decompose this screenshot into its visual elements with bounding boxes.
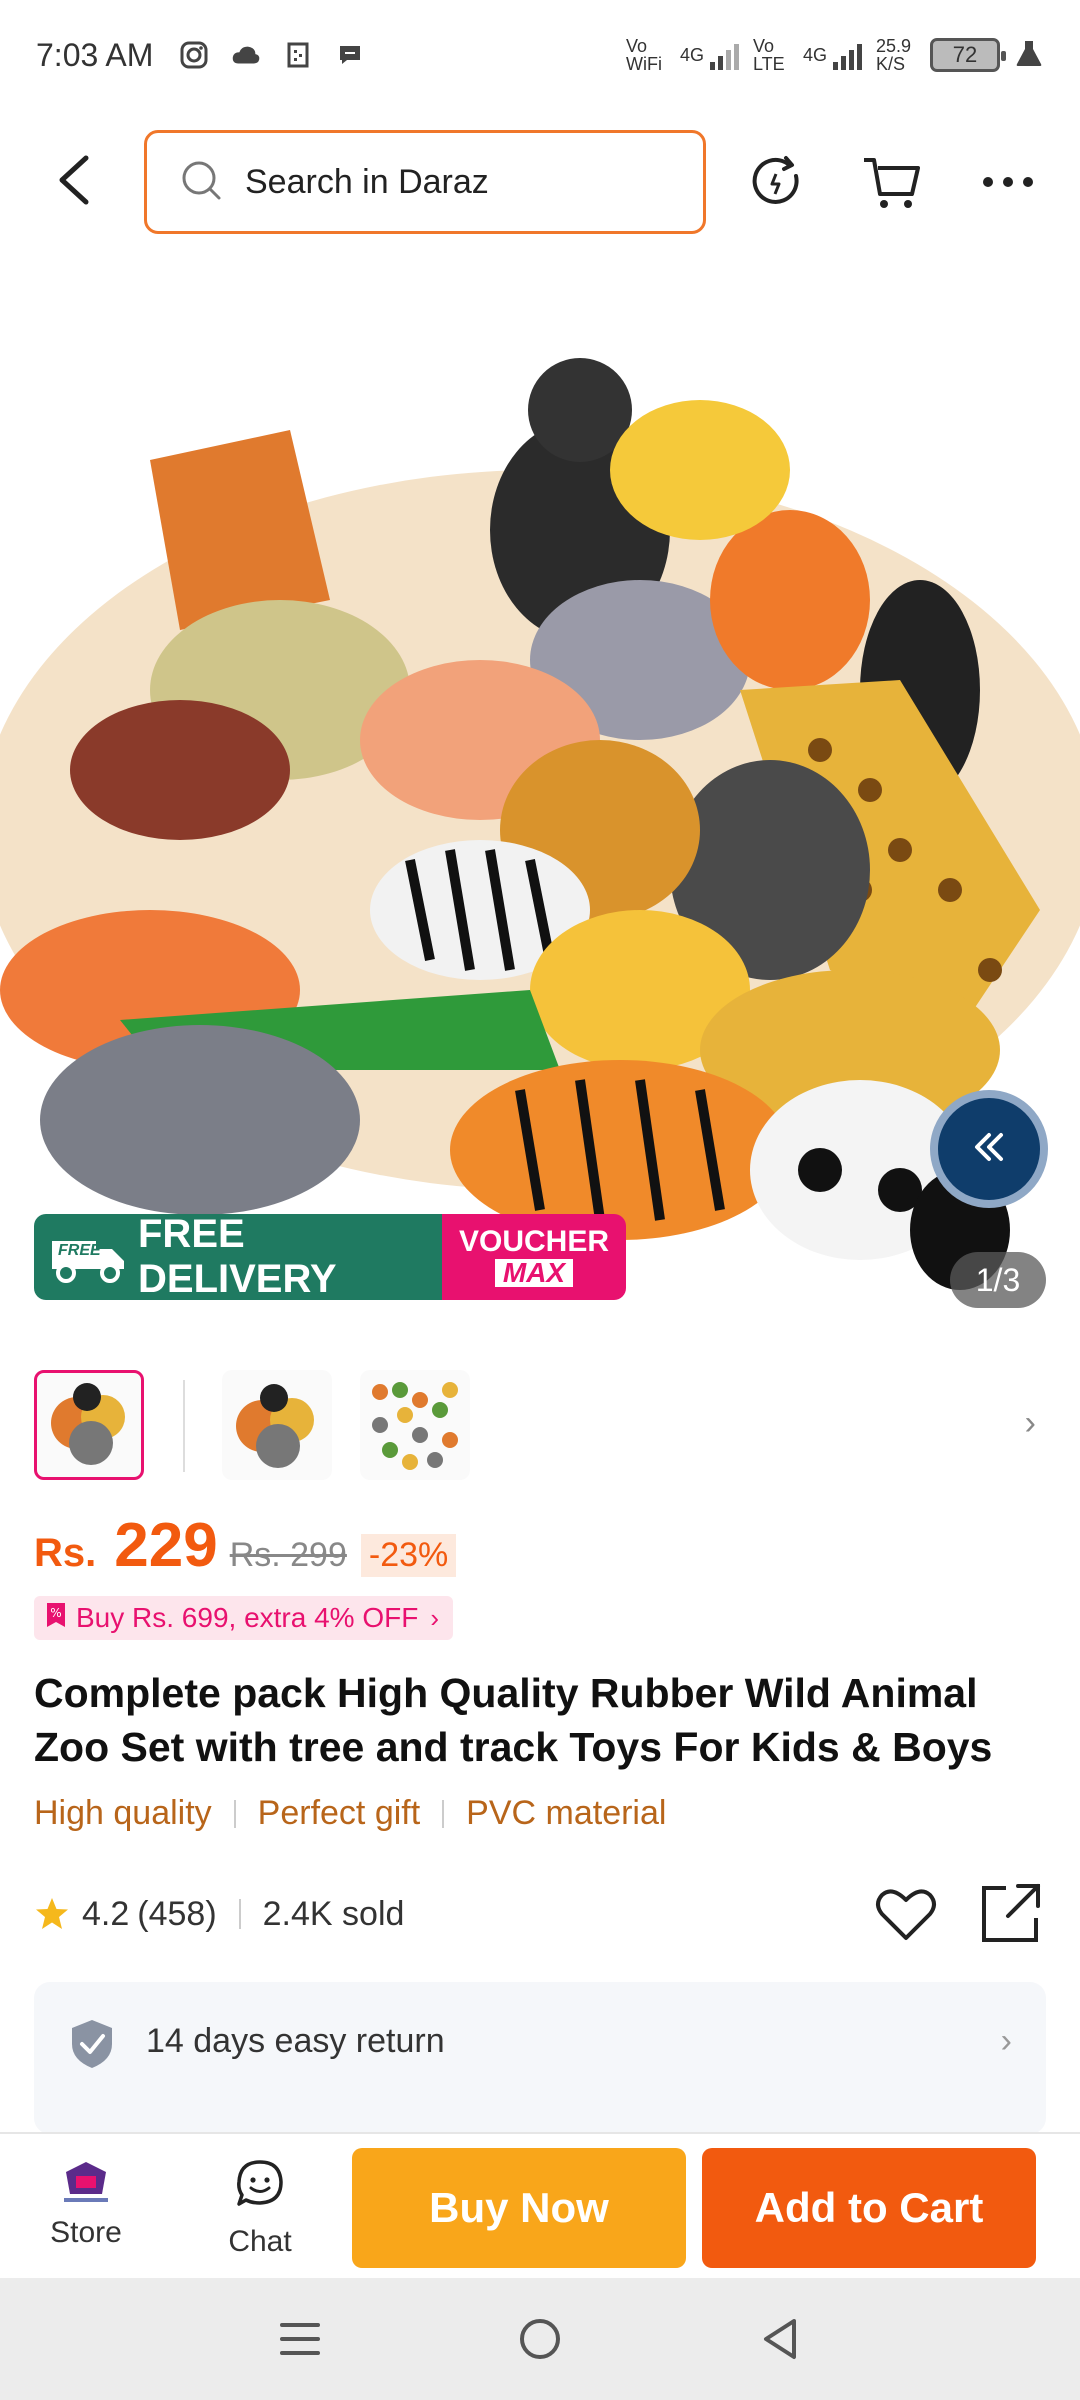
product-title: Complete pack High Quality Rubber Wild A… bbox=[34, 1670, 993, 1770]
feature-tags: High quality Perfect gift PVC material bbox=[34, 1794, 666, 1833]
sim-toolkit-icon bbox=[283, 40, 313, 70]
store-logo-icon bbox=[56, 2158, 116, 2206]
star-icon bbox=[34, 1896, 70, 1932]
free-badge-label: FREE bbox=[58, 1242, 101, 1259]
4g-2-label: 4G bbox=[802, 44, 827, 65]
return-policy-label: 14 days easy return bbox=[146, 2022, 445, 2060]
chat-label: Chat bbox=[228, 2225, 292, 2258]
home-icon[interactable] bbox=[510, 2309, 570, 2369]
buy-now-button[interactable]: Buy Now bbox=[352, 2148, 686, 2268]
deal-text: Buy Rs. 699, extra 4% OFF bbox=[76, 1602, 419, 1633]
animal-toys-illustration bbox=[0, 358, 1080, 1290]
free-delivery-badge: FREE FREE DELIVERY bbox=[34, 1214, 442, 1300]
feature-separator bbox=[233, 1799, 236, 1828]
feature-separator bbox=[442, 1799, 445, 1828]
review-count[interactable]: (458) bbox=[137, 1895, 216, 1934]
feature-tag: High quality bbox=[34, 1794, 212, 1832]
instagram-icon bbox=[179, 40, 209, 70]
free-delivery-label: FREE DELIVERY bbox=[138, 1214, 337, 1300]
menu-icon[interactable] bbox=[270, 2309, 330, 2369]
feature-tag: Perfect gift bbox=[257, 1794, 421, 1832]
original-price: Rs. 299 bbox=[229, 1536, 347, 1574]
return-policy-card[interactable]: 14 days easy return › bbox=[34, 1982, 1046, 2134]
rating-row: 4.2 (458) 2.4K sold bbox=[34, 1878, 1046, 1950]
rating-separator bbox=[238, 1899, 241, 1929]
status-time: 7:03 AM bbox=[36, 36, 154, 73]
chevron-right-icon: › bbox=[430, 1602, 440, 1633]
collapse-button[interactable] bbox=[930, 1090, 1048, 1208]
thumbnail-3[interactable] bbox=[360, 1370, 470, 1480]
thumbnail-1[interactable] bbox=[34, 1370, 144, 1480]
voucher-label: VOUCHER bbox=[458, 1225, 609, 1258]
search-input[interactable]: Search in Daraz bbox=[144, 130, 706, 234]
back-icon[interactable] bbox=[48, 150, 108, 210]
top-nav: Search in Daraz bbox=[0, 120, 1080, 240]
chevron-right-icon: › bbox=[1000, 2022, 1012, 2060]
status-bar: 7:03 AM Vo WiFi 4G Vo LTE 4G 25.9 K/S 72 bbox=[0, 0, 1080, 110]
store-button[interactable]: Store bbox=[26, 2158, 146, 2268]
speed-label: 25.9 K/S bbox=[876, 36, 912, 74]
free-delivery-voucher-banner: FREE FREE DELIVERY VOUCHER MAX bbox=[34, 1214, 626, 1300]
thumbnail-strip: › bbox=[0, 1366, 1080, 1482]
more-icon[interactable] bbox=[976, 150, 1040, 214]
store-label: Store bbox=[50, 2216, 122, 2249]
wishlist-heart-icon[interactable] bbox=[870, 1878, 942, 1950]
voucher-max-label: MAX bbox=[494, 1259, 574, 1287]
search-placeholder: Search in Daraz bbox=[245, 162, 489, 201]
status-right: Vo WiFi 4G Vo LTE 4G 25.9 K/S 72 bbox=[626, 37, 1044, 73]
back-nav-icon[interactable] bbox=[750, 2309, 810, 2369]
search-icon bbox=[179, 158, 223, 207]
thumbnail-divider bbox=[183, 1380, 185, 1472]
battery-level: 72 bbox=[952, 42, 978, 67]
cart-icon[interactable] bbox=[860, 150, 924, 214]
signal-1-icon bbox=[709, 40, 739, 70]
delivery-truck-icon: FREE bbox=[50, 1231, 128, 1283]
add-to-cart-button[interactable]: Add to Cart bbox=[702, 2148, 1036, 2268]
price-currency: Rs. bbox=[34, 1531, 97, 1575]
refresh-icon[interactable] bbox=[746, 150, 810, 214]
coupon-icon: % bbox=[46, 1602, 66, 1635]
system-nav-bar bbox=[0, 2278, 1080, 2400]
4g-1-label: 4G bbox=[679, 44, 704, 65]
network-1-label: Vo WiFi bbox=[625, 36, 662, 74]
message-icon bbox=[335, 40, 365, 70]
network-2-label: Vo LTE bbox=[752, 36, 785, 74]
share-icon[interactable] bbox=[974, 1878, 1046, 1950]
cloud-icon bbox=[231, 40, 261, 70]
feature-tag: PVC material bbox=[466, 1794, 667, 1832]
chevron-right-icon[interactable]: › bbox=[1025, 1404, 1036, 1443]
chat-icon bbox=[234, 2158, 286, 2215]
price-value: 229 bbox=[114, 1511, 218, 1580]
sold-count: 2.4K sold bbox=[262, 1894, 405, 1933]
product-image[interactable] bbox=[0, 270, 1080, 1350]
rating-value: 4.2 bbox=[82, 1894, 130, 1933]
svg-text:%: % bbox=[50, 1606, 61, 1620]
double-chevron-left-icon bbox=[969, 1127, 1009, 1172]
price-row: Rs. 229 Rs. 299 -23% bbox=[34, 1510, 457, 1590]
thumbnail-2[interactable] bbox=[222, 1370, 332, 1480]
image-counter: 1/3 bbox=[950, 1252, 1046, 1308]
chat-button[interactable]: Chat bbox=[200, 2158, 320, 2268]
deal-tag[interactable]: % Buy Rs. 699, extra 4% OFF › bbox=[34, 1596, 454, 1640]
shield-check-icon bbox=[68, 2018, 116, 2070]
bottom-action-bar: Store Chat Buy Now Add to Cart bbox=[0, 2132, 1080, 2278]
flask-icon bbox=[1014, 38, 1044, 73]
signal-2-icon bbox=[833, 40, 862, 70]
voucher-max-badge: VOUCHER MAX bbox=[442, 1214, 626, 1300]
discount-badge: -23% bbox=[360, 1534, 457, 1577]
battery-icon: 72 bbox=[930, 38, 1006, 72]
